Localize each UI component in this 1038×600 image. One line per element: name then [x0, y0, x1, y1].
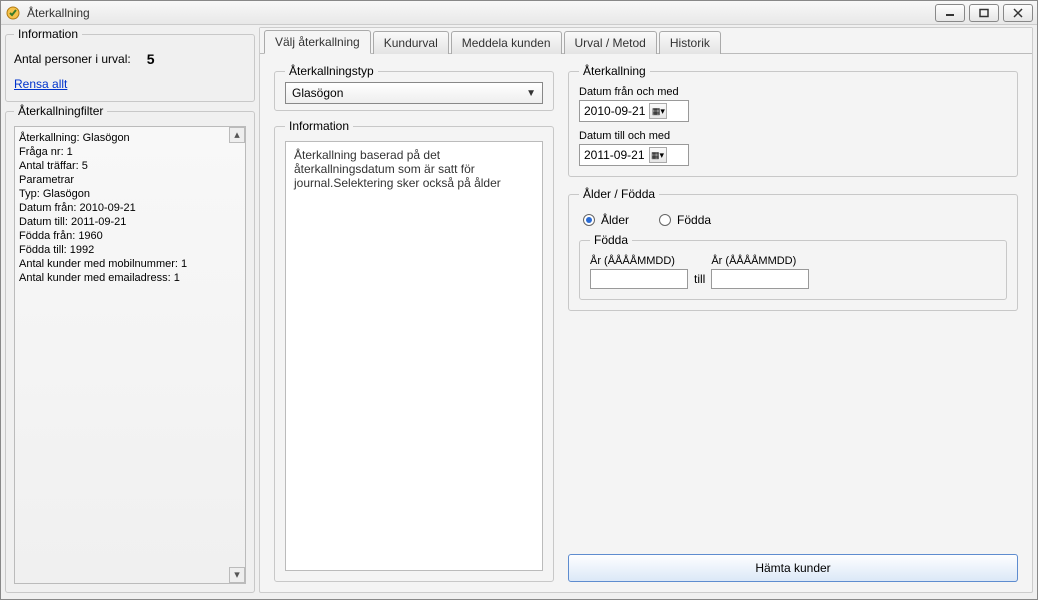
minimize-button[interactable] [935, 4, 965, 22]
born-from-input[interactable] [590, 269, 688, 289]
filter-list[interactable]: ▴ Återkallning: Glasögon Fråga nr: 1 Ant… [14, 126, 246, 584]
tab-body: Återkallningstyp Glasögon ▼ Information … [260, 54, 1032, 592]
date-to-picker-button[interactable]: ▦▾ [649, 147, 667, 163]
calendar-icon: ▦▾ [651, 150, 664, 161]
filter-group-title: Återkallningfilter [14, 104, 107, 118]
tab-meddela-kunden[interactable]: Meddela kunden [451, 31, 562, 54]
info-group-title: Information [14, 27, 82, 41]
app-window: Återkallning Information Antal personer … [0, 0, 1038, 600]
type-group-title: Återkallningstyp [285, 64, 378, 78]
age-group: Ålder / Födda Ålder Födda [568, 187, 1018, 311]
recall-group-title: Återkallning [579, 64, 650, 78]
chevron-down-icon: ▼ [526, 88, 536, 99]
content: Information Antal personer i urval: 5 Re… [1, 25, 1037, 599]
born-from-wrap: År (ÅÅÅÅMMDD) [590, 255, 688, 289]
radio-alder-label: Ålder [601, 213, 629, 227]
info-group: Information Antal personer i urval: 5 Re… [5, 27, 255, 102]
tab-urval-metod[interactable]: Urval / Metod [564, 31, 657, 54]
tab-historik[interactable]: Historik [659, 31, 721, 54]
age-group-title: Ålder / Födda [579, 187, 659, 201]
between-word: till [694, 272, 705, 289]
left-panel: Information Antal personer i urval: 5 Re… [5, 27, 255, 593]
maximize-button[interactable] [969, 4, 999, 22]
radio-alder[interactable]: Ålder [583, 213, 629, 227]
clear-all-link[interactable]: Rensa allt [14, 77, 67, 91]
age-radio-row: Ålder Födda [583, 213, 1007, 227]
app-icon [5, 5, 21, 21]
born-from-label: År (ÅÅÅÅMMDD) [590, 255, 688, 267]
scroll-down-button[interactable]: ▾ [229, 567, 245, 583]
window-title: Återkallning [27, 6, 931, 20]
born-to-label: År (ÅÅÅÅMMDD) [711, 255, 809, 267]
date-from-value: 2010-09-21 [584, 104, 645, 118]
born-subgroup: Födda År (ÅÅÅÅMMDD) till År (ÅÅÅÅMMDD) [579, 233, 1007, 300]
radio-dot-icon [583, 214, 595, 226]
born-subgroup-title: Födda [590, 233, 632, 247]
radio-dot-icon [659, 214, 671, 226]
type-group: Återkallningstyp Glasögon ▼ [274, 64, 554, 111]
count-label: Antal personer i urval: [14, 52, 131, 66]
radio-fodda-label: Födda [677, 213, 711, 227]
titlebar: Återkallning [1, 1, 1037, 25]
close-button[interactable] [1003, 4, 1033, 22]
tab-valj-aterkallning[interactable]: Välj återkallning [264, 30, 371, 54]
tab-kundurval[interactable]: Kundurval [373, 31, 449, 54]
date-to-input[interactable]: 2011-09-21 ▦▾ [579, 144, 689, 166]
form-right-column: Återkallning Datum från och med 2010-09-… [568, 64, 1018, 582]
recall-group: Återkallning Datum från och med 2010-09-… [568, 64, 1018, 177]
count-value: 5 [147, 51, 155, 67]
fetch-customers-button[interactable]: Hämta kunder [568, 554, 1018, 582]
count-row: Antal personer i urval: 5 [14, 51, 246, 67]
scroll-up-button[interactable]: ▴ [229, 127, 245, 143]
radio-fodda[interactable]: Födda [659, 213, 711, 227]
date-to-label: Datum till och med [579, 130, 1007, 142]
right-panel: Välj återkallning Kundurval Meddela kund… [259, 27, 1033, 593]
date-from-input[interactable]: 2010-09-21 ▦▾ [579, 100, 689, 122]
type-select-value: Glasögon [292, 86, 343, 100]
date-from-label: Datum från och med [579, 86, 1007, 98]
born-to-input[interactable] [711, 269, 809, 289]
born-to-wrap: År (ÅÅÅÅMMDD) [711, 255, 809, 289]
born-range-row: År (ÅÅÅÅMMDD) till År (ÅÅÅÅMMDD) [590, 255, 996, 289]
tabstrip: Välj återkallning Kundurval Meddela kund… [260, 28, 1032, 54]
form-left-column: Återkallningstyp Glasögon ▼ Information … [274, 64, 554, 582]
filter-lines: Återkallning: Glasögon Fråga nr: 1 Antal… [19, 131, 243, 285]
date-from-picker-button[interactable]: ▦▾ [649, 103, 667, 119]
type-select[interactable]: Glasögon ▼ [285, 82, 543, 104]
info-text-title: Information [285, 119, 353, 133]
info-text: Återkallning baserad på det återkallning… [285, 141, 543, 571]
window-buttons [931, 4, 1033, 22]
filter-group: Återkallningfilter ▴ Återkallning: Glasö… [5, 104, 255, 593]
calendar-icon: ▦▾ [652, 106, 665, 117]
spacer [568, 311, 1018, 554]
date-to-value: 2011-09-21 [584, 148, 645, 162]
info-text-group: Information Återkallning baserad på det … [274, 119, 554, 582]
